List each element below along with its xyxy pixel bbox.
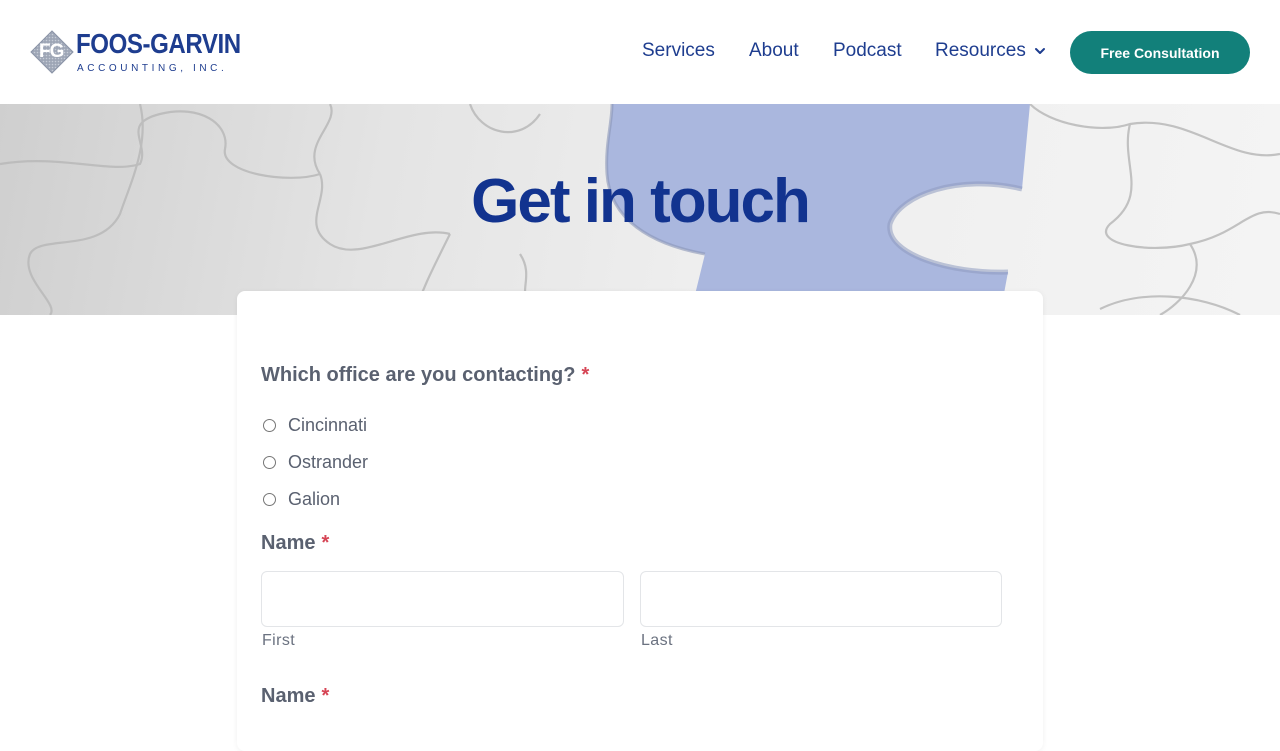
first-name-sublabel: First — [262, 632, 296, 649]
office-option-label: Cincinnati — [288, 415, 368, 435]
chevron-down-icon — [1034, 48, 1045, 54]
logo-mark-text: FG — [39, 41, 64, 62]
office-option-label: Galion — [288, 489, 341, 509]
nav-resources[interactable]: Resources — [935, 40, 1046, 62]
hero-banner: Get in touch — [0, 104, 1280, 315]
first-name-input[interactable] — [261, 571, 624, 627]
last-name-input[interactable] — [640, 571, 1002, 627]
logo-name: FOOS-GARVIN — [76, 28, 241, 59]
page-title: Get in touch — [471, 167, 811, 236]
name-field-text: Name — [261, 532, 316, 554]
office-question-label: Which office are you contacting? * — [261, 364, 589, 387]
nav-about[interactable]: About — [749, 40, 799, 62]
name-field-label: Name * — [261, 532, 329, 555]
radio-button[interactable] — [263, 493, 276, 506]
office-question-text: Which office are you contacting? — [261, 364, 576, 386]
required-asterisk: * — [581, 364, 590, 386]
office-option-galion[interactable]: Galion — [263, 489, 340, 510]
logo-tagline: ACCOUNTING, INC. — [77, 63, 228, 74]
required-asterisk: * — [321, 685, 330, 707]
free-consultation-button[interactable]: Free Consultation — [1070, 31, 1250, 74]
name-field-2-label: Name * — [261, 685, 329, 708]
site-header: FG FOOS-GARVIN ACCOUNTING, INC. Services… — [0, 0, 1280, 104]
radio-button[interactable] — [263, 456, 276, 469]
nav-services[interactable]: Services — [642, 40, 715, 62]
nav-resources-label: Resources — [935, 40, 1026, 61]
required-asterisk: * — [321, 532, 330, 554]
name-field-2-text: Name — [261, 685, 316, 707]
contact-form-card: Which office are you contacting? * Cincin… — [237, 291, 1043, 751]
office-option-ostrander[interactable]: Ostrander — [263, 452, 368, 473]
last-name-sublabel: Last — [641, 632, 673, 649]
radio-button[interactable] — [263, 419, 276, 432]
office-option-cincinnati[interactable]: Cincinnati — [263, 415, 367, 436]
logo-link[interactable]: FG FOOS-GARVIN ACCOUNTING, INC. — [30, 28, 250, 78]
office-option-label: Ostrander — [288, 452, 369, 472]
nav-podcast[interactable]: Podcast — [833, 40, 902, 62]
